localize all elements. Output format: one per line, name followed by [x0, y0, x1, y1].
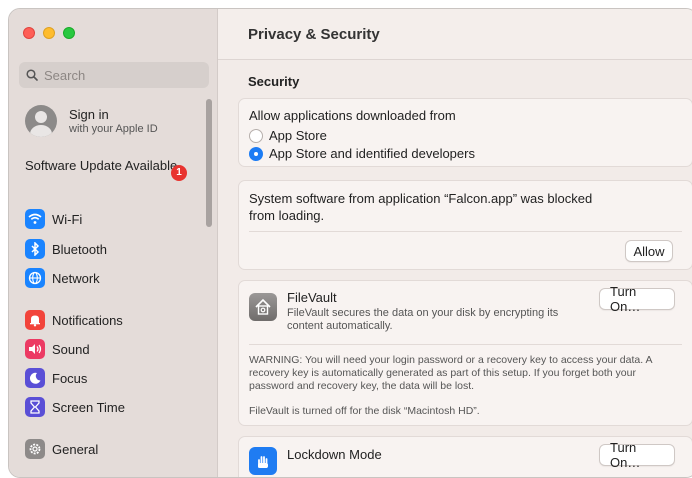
sidebar-item-label: Wi-Fi	[52, 211, 83, 227]
filevault-status: FileVault is turned off for the disk “Ma…	[249, 405, 480, 417]
section-title: Security	[248, 74, 300, 89]
speaker-icon	[25, 339, 45, 359]
sidebar-item-focus[interactable]: Focus	[25, 366, 205, 390]
sidebar-item-general[interactable]: General	[25, 437, 205, 461]
bell-icon	[25, 310, 45, 330]
house-lock-icon	[249, 293, 277, 321]
update-badge: 1	[171, 165, 187, 181]
radio-button[interactable]	[249, 128, 263, 143]
hourglass-icon	[25, 397, 45, 417]
sign-in-title: Sign in	[69, 107, 109, 122]
avatar	[25, 105, 57, 137]
sidebar-item-label: Notifications	[52, 312, 123, 328]
radio-app-store[interactable]: App Store	[249, 128, 475, 143]
divider	[249, 231, 682, 232]
filevault-title: FileVault	[287, 290, 337, 305]
main-pane: Privacy & Security Security Allow applic…	[218, 9, 692, 477]
allow-button[interactable]: Allow	[625, 240, 673, 262]
radio-label: App Store	[269, 128, 327, 143]
lockdown-turn-on-button[interactable]: Turn On…	[599, 440, 675, 470]
gear-icon	[25, 439, 45, 459]
sidebar-item-label: Focus	[52, 370, 88, 386]
allow-apps-label: Allow applications downloaded from	[249, 108, 456, 123]
search-placeholder: Search	[44, 67, 86, 83]
settings-window: Search Sign in with your Apple ID Softwa…	[8, 8, 692, 478]
hand-icon	[249, 447, 277, 475]
sidebar-item-label: Sound	[52, 341, 90, 357]
sidebar-item-screen-time[interactable]: Screen Time	[25, 395, 205, 419]
sidebar-item-sound[interactable]: Sound	[25, 337, 205, 361]
sidebar-item-label: Network	[52, 270, 100, 286]
page-title: Privacy & Security	[248, 26, 380, 43]
sidebar-item-label: Bluetooth	[52, 241, 107, 257]
sign-in-subtitle: with your Apple ID	[69, 123, 158, 135]
sidebar-item-label: General	[52, 441, 99, 457]
zoom-button[interactable]	[63, 27, 75, 39]
filevault-turn-on-button[interactable]: Turn On…	[599, 284, 675, 314]
sidebar-item-label: Screen Time	[52, 399, 125, 415]
close-button[interactable]	[23, 27, 35, 39]
search-input[interactable]: Search	[19, 62, 209, 88]
lockdown-title: Lockdown Mode	[287, 447, 382, 462]
filevault-card: FileVault FileVault secures the data on …	[238, 280, 692, 426]
moon-icon	[25, 368, 45, 388]
blocked-software-card: System software from application “Falcon…	[238, 180, 692, 270]
search-icon	[26, 69, 38, 81]
titlebar: Privacy & Security	[218, 9, 692, 60]
minimize-button[interactable]	[43, 27, 55, 39]
sign-in-item[interactable]: Sign in with your Apple ID	[25, 105, 158, 137]
sidebar-item-wifi[interactable]: Wi-Fi	[25, 207, 205, 231]
software-update-item[interactable]: Software Update Available	[25, 158, 195, 174]
filevault-warning: WARNING: You will need your login passwo…	[249, 354, 652, 392]
blocked-message: System software from application “Falcon…	[249, 191, 593, 223]
filevault-description: FileVault secures the data on your disk …	[287, 307, 559, 332]
allow-apps-card: Allow applications downloaded from App S…	[238, 98, 692, 167]
sidebar-scrollbar[interactable]	[206, 99, 212, 227]
radio-button-selected[interactable]	[249, 146, 263, 161]
lockdown-card: Lockdown Mode Turn On…	[238, 436, 692, 477]
bluetooth-icon	[25, 239, 45, 259]
globe-icon	[25, 268, 45, 288]
sidebar-item-network[interactable]: Network	[25, 266, 205, 290]
wifi-icon	[25, 209, 45, 229]
sidebar-item-notifications[interactable]: Notifications	[25, 308, 205, 332]
sidebar: Search Sign in with your Apple ID Softwa…	[9, 9, 218, 477]
window-controls	[23, 27, 75, 39]
sidebar-item-bluetooth[interactable]: Bluetooth	[25, 237, 205, 261]
radio-app-store-identified[interactable]: App Store and identified developers	[249, 146, 475, 161]
radio-label: App Store and identified developers	[269, 146, 475, 161]
divider	[249, 344, 682, 345]
